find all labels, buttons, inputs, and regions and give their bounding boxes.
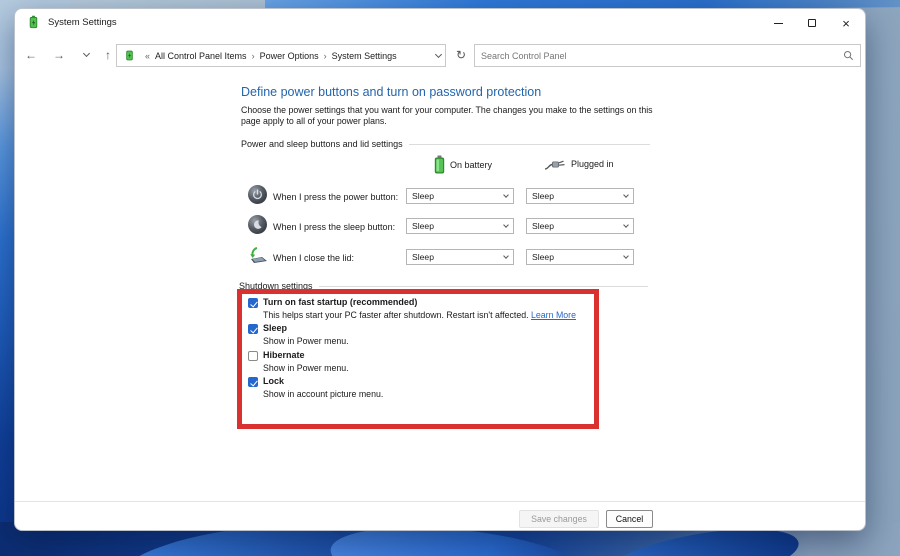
description-text: This helps start your PC faster after sh…	[263, 310, 531, 320]
chevron-down-icon	[82, 49, 90, 58]
cancel-button[interactable]: Cancel	[606, 510, 653, 528]
search-icon	[843, 50, 854, 61]
power-button-plugged-in-select[interactable]: Sleep	[526, 188, 634, 204]
column-header-plugged-in: Plugged in	[544, 157, 614, 170]
sleep-label: Sleep	[263, 323, 288, 333]
selected-value: Sleep	[412, 221, 434, 231]
chevron-down-icon	[623, 252, 629, 259]
power-options-app-icon	[29, 15, 38, 29]
hibernate-checkbox[interactable]	[248, 351, 258, 361]
sleep-button-plugged-in-select[interactable]: Sleep	[526, 218, 634, 234]
chevron-down-icon	[623, 221, 629, 228]
refresh-button[interactable]: ↻	[452, 46, 470, 64]
fast-startup-description: This helps start your PC faster after sh…	[263, 310, 576, 320]
battery-icon	[434, 155, 445, 174]
lock-checkbox[interactable]	[248, 377, 258, 387]
column-label: On battery	[450, 159, 493, 170]
recent-pages-button[interactable]	[74, 44, 98, 66]
selected-value: Sleep	[532, 252, 554, 262]
power-button-icon	[248, 185, 268, 205]
address-dropdown-icon[interactable]	[434, 50, 443, 58]
breadcrumb-prefix: «	[145, 50, 151, 61]
sleep-description: Show in Power menu.	[263, 336, 349, 346]
lid-plugged-in-select[interactable]: Sleep	[526, 249, 634, 265]
selected-value: Sleep	[532, 221, 554, 231]
lid-on-battery-select[interactable]: Sleep	[406, 249, 514, 265]
row-label-sleep-button: When I press the sleep button:	[273, 222, 396, 232]
sleep-button-on-battery-select[interactable]: Sleep	[406, 218, 514, 234]
row-label-power-button: When I press the power button:	[273, 192, 399, 202]
sleep-button-icon	[248, 215, 268, 235]
window-title: System Settings	[48, 17, 117, 28]
hibernate-label: Hibernate	[263, 350, 305, 360]
navigation-toolbar: ← → ↑ « All Control Panel Items › Power …	[15, 37, 865, 75]
breadcrumb-separator: ›	[251, 50, 255, 61]
selected-value: Sleep	[412, 252, 434, 262]
chevron-down-icon	[623, 191, 629, 198]
chevron-down-icon	[503, 221, 509, 228]
forward-button[interactable]: →	[47, 44, 71, 66]
chevron-down-icon	[503, 252, 509, 259]
column-label: Plugged in	[571, 158, 614, 169]
title-bar[interactable]: System Settings ×	[15, 9, 865, 37]
minimize-icon	[773, 22, 783, 24]
search-box[interactable]	[474, 44, 861, 67]
system-settings-window: System Settings × ← → ↑ « All Control Pa…	[14, 8, 866, 531]
group-label: Power and sleep buttons and lid settings	[241, 139, 403, 149]
plug-icon	[544, 160, 565, 170]
group-divider	[408, 143, 650, 145]
group-divider	[318, 285, 648, 287]
power-options-breadcrumb-icon	[126, 50, 133, 61]
sleep-checkbox[interactable]	[248, 324, 258, 334]
lid-close-icon	[247, 246, 267, 266]
search-input[interactable]	[481, 50, 843, 61]
learn-more-link[interactable]: Learn More	[531, 310, 576, 320]
save-changes-button[interactable]: Save changes	[519, 510, 599, 528]
breadcrumb-power-options[interactable]: Power Options	[260, 51, 319, 61]
page-description: Choose the power settings that you want …	[241, 105, 653, 126]
chevron-down-icon	[503, 191, 509, 198]
power-button-on-battery-select[interactable]: Sleep	[406, 188, 514, 204]
minimize-button[interactable]	[761, 9, 795, 37]
maximize-button[interactable]	[795, 9, 829, 37]
address-bar[interactable]: « All Control Panel Items › Power Option…	[116, 44, 446, 67]
lock-label: Lock	[263, 376, 285, 386]
footer-divider	[15, 501, 865, 502]
breadcrumb-system-settings[interactable]: System Settings	[332, 51, 397, 61]
lock-description: Show in account picture menu.	[263, 389, 384, 399]
close-icon: ×	[842, 15, 850, 31]
breadcrumb-separator: ›	[323, 50, 327, 61]
hibernate-description: Show in Power menu.	[263, 363, 349, 373]
close-button[interactable]: ×	[829, 9, 863, 37]
page-title: Define power buttons and turn on passwor…	[241, 85, 542, 99]
selected-value: Sleep	[412, 191, 434, 201]
breadcrumb-all-control-panel-items[interactable]: All Control Panel Items	[155, 51, 247, 61]
column-header-on-battery: On battery	[434, 155, 492, 174]
back-button[interactable]: ←	[19, 44, 43, 66]
maximize-icon	[808, 19, 816, 27]
fast-startup-label: Turn on fast startup (recommended)	[263, 297, 418, 307]
fast-startup-checkbox[interactable]	[248, 298, 258, 308]
group-power-sleep-lid: Power and sleep buttons and lid settings	[241, 139, 650, 149]
selected-value: Sleep	[532, 191, 554, 201]
row-label-close-lid: When I close the lid:	[273, 253, 355, 263]
